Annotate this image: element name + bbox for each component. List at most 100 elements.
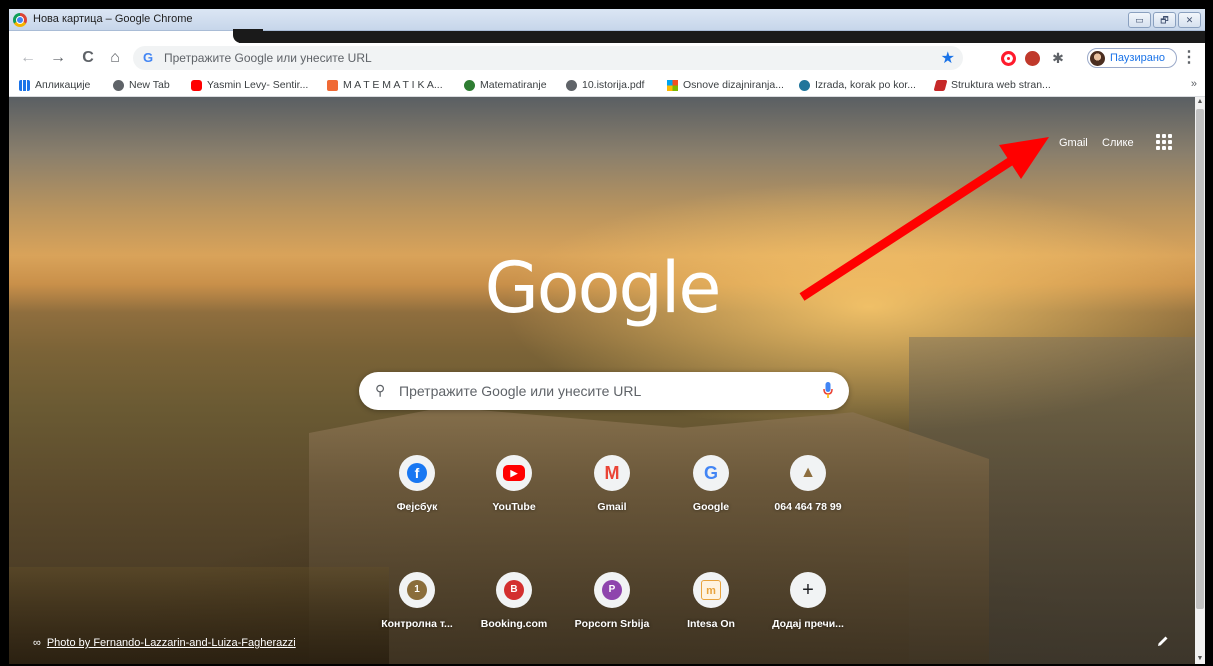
bookmark-label: Апликације [35, 79, 91, 91]
bookmark-label: Struktura web stran... [951, 79, 1051, 91]
tab-new-tab[interactable] [9, 31, 239, 43]
bookmark-istorija[interactable]: 10.istorija.pdf [566, 78, 644, 92]
puzzle-extensions-icon[interactable]: ✱ [1049, 49, 1067, 67]
google-logo: Google [484, 247, 722, 329]
bookmark-label: Osnove dizajniranja... [683, 79, 784, 91]
apps-grid-icon [19, 79, 30, 91]
background-foreground [9, 567, 389, 664]
window-title: Нова картица – Google Chrome [33, 13, 193, 25]
search-box[interactable]: ⚲ [359, 372, 849, 410]
omnibox-text[interactable]: Претражите Google или унесите URL [164, 51, 372, 65]
globe-icon [566, 79, 577, 91]
gmail-link[interactable]: Gmail [1059, 137, 1088, 149]
search-icon: ⚲ [375, 382, 386, 398]
menu-icon[interactable]: ⋮ [1181, 49, 1197, 67]
shortcut-add[interactable]: + Додај пречи... [763, 572, 853, 662]
toolbar: ← → C ⌂ G Претражите Google или унесите … [9, 43, 1205, 73]
avatar [1090, 51, 1105, 66]
shortcut-youtube[interactable]: ▶ YouTube [469, 455, 559, 545]
back-icon[interactable]: ← [19, 49, 37, 67]
scroll-up-icon[interactable]: ▲ [1195, 97, 1205, 107]
bookmark-star-icon[interactable]: ★ [941, 48, 955, 68]
shortcut-label: Фејсбук [396, 501, 438, 513]
home-icon[interactable]: ⌂ [106, 49, 124, 67]
bookmark-label: Izrada, korak po kor... [815, 79, 916, 91]
plus-icon: + [790, 572, 826, 608]
wordpress-icon [799, 79, 810, 91]
bookmark-yasmin[interactable]: Yasmin Levy- Sentir... [191, 78, 308, 92]
shortcut-popcorn[interactable]: P Popcorn Srbija [567, 572, 657, 662]
google-icon: G [693, 455, 729, 491]
microphone-icon[interactable] [823, 382, 833, 398]
reload-icon[interactable]: C [79, 49, 97, 67]
intesa-icon: m [693, 572, 729, 608]
forward-icon[interactable]: → [49, 49, 67, 67]
photo-attribution[interactable]: ∞ Photo by Fernando-Lazzarin-and-Luiza-Fa… [33, 637, 296, 649]
shortcut-label: YouTube [492, 501, 536, 513]
letter-icon: B [496, 572, 532, 608]
minimize-button[interactable]: ▭ [1128, 12, 1151, 28]
blogger-icon [327, 79, 338, 91]
globe-icon [113, 79, 124, 91]
circle-icon [464, 79, 475, 91]
ita-icon [933, 79, 948, 91]
shortcut-label: Контролна т... [381, 618, 453, 630]
gmail-icon: M [594, 455, 630, 491]
adblock-extension-icon[interactable] [1025, 51, 1040, 66]
maximize-button[interactable]: 🗗 [1153, 12, 1176, 28]
images-link[interactable]: Слике [1102, 137, 1134, 149]
bookmark-new-tab[interactable]: New Tab [113, 78, 170, 92]
screen-frame: Нова картица – Google Chrome ▭ 🗗 ✕ ← → C… [0, 0, 1213, 666]
shortcut-gmail[interactable]: M Gmail [567, 455, 657, 545]
opera-extension-icon[interactable] [1001, 51, 1016, 66]
pencil-icon[interactable] [1155, 633, 1171, 649]
bookmark-apps[interactable]: Апликације [19, 78, 90, 92]
scrollbar-thumb[interactable] [1196, 109, 1204, 609]
bookmark-struktura[interactable]: Struktura web stran... [933, 78, 1051, 92]
new-tab-button[interactable] [233, 29, 263, 43]
shortcut-label: Booking.com [480, 618, 548, 630]
window-controls: ▭ 🗗 ✕ [1128, 12, 1201, 28]
shortcut-google[interactable]: G Google [666, 455, 756, 545]
bookmark-label: Yasmin Levy- Sentir... [207, 79, 309, 91]
bookmark-izrada[interactable]: Izrada, korak po kor... [799, 78, 916, 92]
letter-icon: P [594, 572, 630, 608]
windows-icon [667, 79, 678, 91]
profile-button[interactable]: Паузирано [1087, 48, 1177, 68]
chrome-logo-icon [13, 13, 27, 27]
omnibox[interactable]: G Претражите Google или унесите URL ★ [133, 46, 963, 70]
shortcut-facebook[interactable]: f Фејсбук [372, 455, 462, 545]
shortcut-phone[interactable]: ▲ 064 464 78 99 [763, 455, 853, 545]
bookmark-osnove[interactable]: Osnove dizajniranja... [667, 78, 784, 92]
youtube-icon [191, 79, 202, 91]
shortcut-label: Додај пречи... [772, 618, 844, 630]
bookmark-matematiranje[interactable]: Matematiranje [464, 78, 547, 92]
bookmark-label: New Tab [129, 79, 170, 91]
bookmarks-bar: Апликације New Tab Yasmin Levy- Sentir..… [9, 73, 1205, 97]
shortcut-label: Google [692, 501, 730, 513]
bookmark-label: M A T E M A T I K A... [343, 79, 443, 91]
browser-window: Нова картица – Google Chrome ▭ 🗗 ✕ ← → C… [9, 9, 1205, 664]
shortcut-booking[interactable]: B Booking.com [469, 572, 559, 662]
new-tab-page: Gmail Слике Google ⚲ f Фејсбук ▶ YouTube [9, 97, 1195, 664]
facebook-icon: f [399, 455, 435, 491]
shortcut-intesa[interactable]: m Intesa On [666, 572, 756, 662]
link-icon: ∞ [33, 637, 41, 649]
google-apps-icon[interactable] [1155, 133, 1173, 151]
profile-label: Паузирано [1110, 52, 1166, 64]
bookmark-matematika[interactable]: M A T E M A T I K A... [327, 78, 443, 92]
attribution-link[interactable]: Photo by Fernando-Lazzarin-and-Luiza-Fag… [47, 637, 296, 649]
google-g-icon: G [143, 50, 154, 65]
youtube-icon: ▶ [496, 455, 532, 491]
scrollbar[interactable]: ▲ ▼ [1195, 97, 1205, 664]
search-input[interactable] [399, 379, 799, 403]
close-button[interactable]: ✕ [1178, 12, 1201, 28]
bookmark-label: 10.istorija.pdf [582, 79, 645, 91]
shortcut-label: Intesa On [687, 618, 735, 630]
scroll-down-icon[interactable]: ▼ [1195, 654, 1205, 664]
shortcut-kontrolna[interactable]: 1 Контролна т... [372, 572, 462, 662]
bookmarks-more-button[interactable]: » [1191, 78, 1197, 90]
tab-strip [9, 29, 1205, 43]
shortcut-label: Gmail [597, 501, 627, 513]
bookmark-label: Matematiranje [480, 79, 547, 91]
